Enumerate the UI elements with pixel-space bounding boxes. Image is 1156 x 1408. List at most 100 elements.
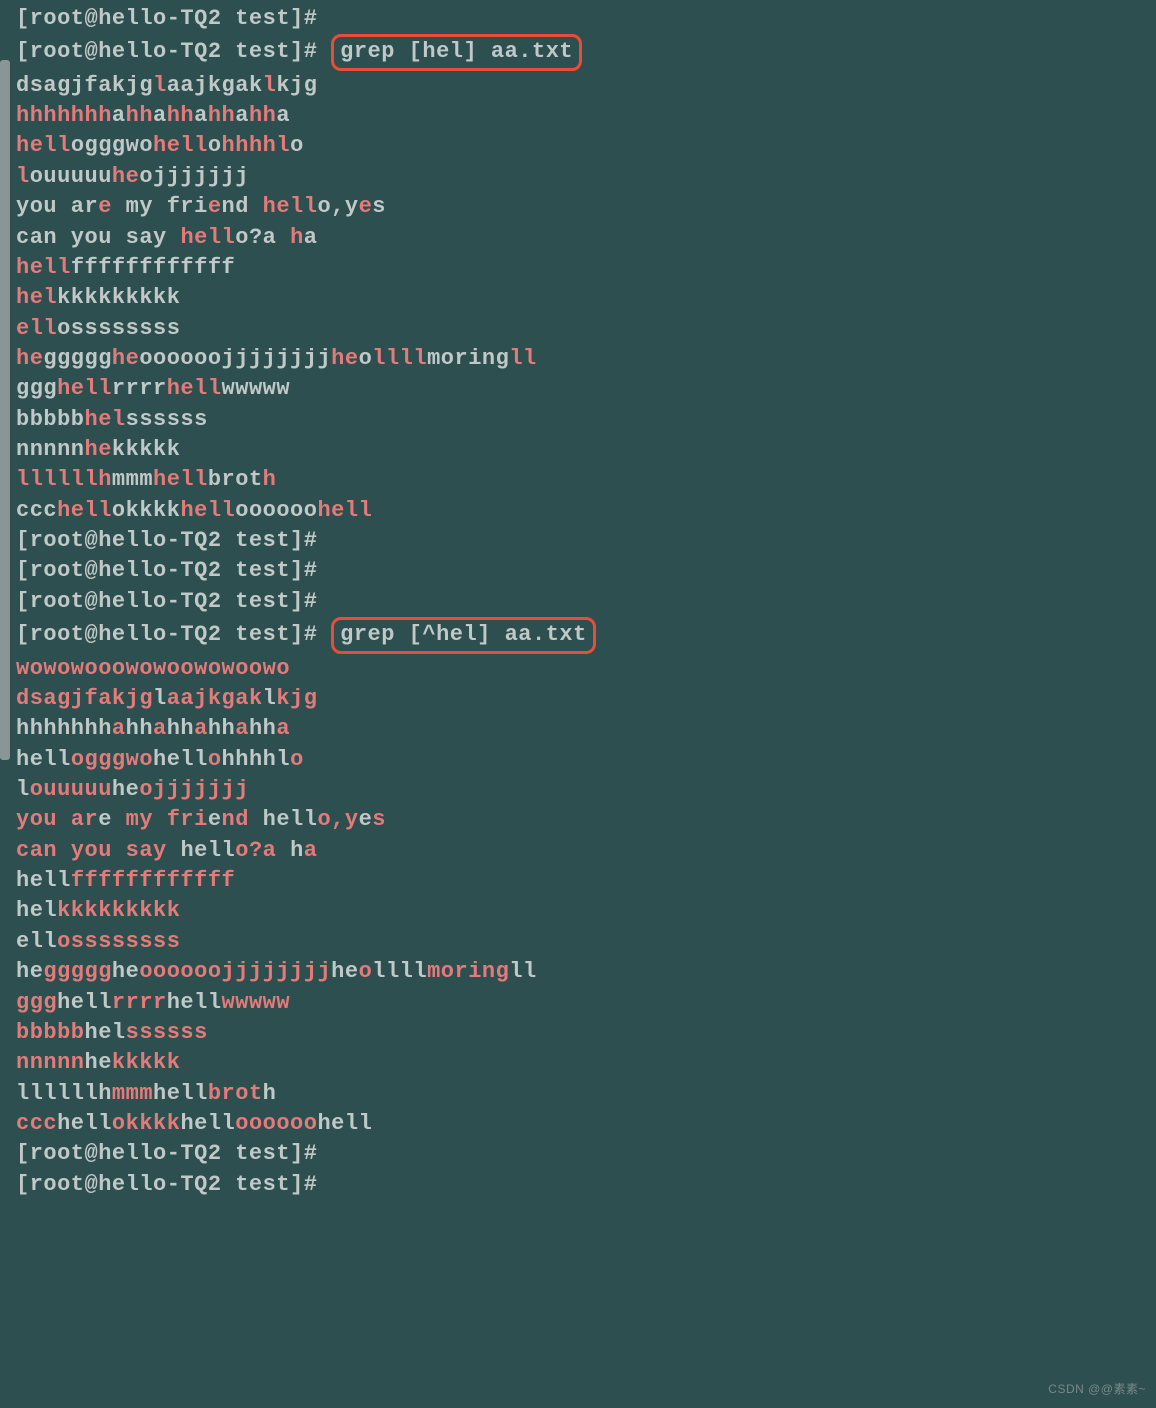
match-text: hh — [208, 103, 235, 128]
match-text: wwwww — [222, 990, 291, 1015]
plain-text: hell — [16, 868, 71, 893]
plain-text: a — [112, 103, 126, 128]
command-highlight-1: grep [hel] aa.txt — [331, 34, 582, 70]
plain-text: he — [112, 959, 139, 984]
plain-text: ssssss — [126, 407, 208, 432]
scrollbar[interactable] — [0, 60, 10, 760]
match-text: l — [153, 73, 167, 98]
match-text: can you say — [16, 838, 180, 863]
match-text: hhhhhhh — [16, 103, 112, 128]
plain-text: okkkk — [112, 498, 181, 523]
match-text: oooooo — [235, 1111, 317, 1136]
match-text: moring — [427, 959, 509, 984]
terminal-line: [root@hello-TQ2 test]# — [16, 1170, 1156, 1200]
grep-output-line: dsagjfakjglaajkgaklkjg — [16, 684, 1156, 714]
plain-text: hell — [317, 1111, 372, 1136]
match-text: ossssssss — [57, 929, 180, 954]
plain-text: a — [276, 103, 290, 128]
grep-output-line: ellossssssss — [16, 314, 1156, 344]
plain-text: a — [304, 225, 318, 250]
match-text: hell — [263, 194, 318, 219]
plain-text: rrrr — [112, 376, 167, 401]
grep-output-line: nnnnnhekkkkk — [16, 1048, 1156, 1078]
shell-prompt: [root@hello-TQ2 test]# — [16, 1141, 331, 1166]
terminal-line: [root@hello-TQ2 test]# — [16, 4, 1156, 34]
match-text: ccc — [16, 1111, 57, 1136]
plain-text: bbbbb — [16, 407, 85, 432]
match-text: s — [372, 807, 386, 832]
shell-prompt: [root@hello-TQ2 test]# — [16, 39, 331, 64]
match-text: ell — [16, 316, 57, 341]
match-text: nd — [222, 807, 263, 832]
terminal-line: [root@hello-TQ2 test]# grep [hel] aa.txt — [16, 34, 1156, 70]
match-text: hell — [153, 467, 208, 492]
plain-text: a — [194, 103, 208, 128]
plain-text: mmm — [112, 467, 153, 492]
match-text: llllllh — [16, 467, 112, 492]
grep-output-line: hellffffffffffff — [16, 253, 1156, 283]
plain-text: ogggwo — [71, 133, 153, 158]
match-text: a — [194, 716, 208, 741]
match-text: oooooojjjjjjjj — [139, 959, 331, 984]
plain-text: oooooo — [235, 498, 317, 523]
grep-output-line: you are my friend hello,yes — [16, 805, 1156, 835]
match-text: ssssss — [126, 1020, 208, 1045]
plain-text: e — [359, 807, 373, 832]
plain-text: hell — [263, 807, 318, 832]
grep-output-line: ccchellokkkkhelloooooohell — [16, 1109, 1156, 1139]
plain-text: can you say — [16, 225, 180, 250]
plain-text: o,y — [317, 194, 358, 219]
match-text: o — [290, 747, 304, 772]
match-text: hh — [167, 103, 194, 128]
match-text: o,y — [317, 807, 358, 832]
match-text: hell — [16, 255, 71, 280]
match-text: e — [208, 194, 222, 219]
grep-output-line: ggghellrrrrhellwwwww — [16, 988, 1156, 1018]
terminal-line: [root@hello-TQ2 test]# — [16, 526, 1156, 556]
plain-text: llll — [372, 959, 427, 984]
plain-text: hh — [167, 716, 194, 741]
match-text: o — [208, 747, 222, 772]
plain-text: h — [290, 838, 304, 863]
plain-text: o — [290, 133, 304, 158]
grep-output-line: ellossssssss — [16, 927, 1156, 957]
shell-prompt: [root@hello-TQ2 test]# — [16, 6, 331, 31]
match-text: he — [112, 164, 139, 189]
match-text: okkkk — [112, 1111, 181, 1136]
plain-text: ll — [509, 959, 536, 984]
match-text: a — [304, 838, 318, 863]
match-text: bbbbb — [16, 1020, 85, 1045]
plain-text: e — [98, 807, 112, 832]
shell-prompt: [root@hello-TQ2 test]# — [16, 528, 331, 553]
grep-output-line: hhhhhhhahhahhahhahha — [16, 714, 1156, 744]
match-text: a — [276, 716, 290, 741]
match-text: hell — [180, 498, 235, 523]
plain-text: ffffffffffff — [71, 255, 235, 280]
match-text: you ar — [16, 807, 98, 832]
command-highlight-2: grep [^hel] aa.txt — [331, 617, 596, 653]
grep-output-line: helkkkkkkkkk — [16, 283, 1156, 313]
plain-text: wwwww — [222, 376, 291, 401]
match-text: brot — [208, 1081, 263, 1106]
match-text: kjg — [276, 686, 317, 711]
match-text: hel — [16, 285, 57, 310]
terminal-line: [root@hello-TQ2 test]# — [16, 556, 1156, 586]
match-text: l — [263, 73, 277, 98]
match-text: hell — [317, 498, 372, 523]
plain-text: e — [208, 807, 222, 832]
plain-text: hell — [57, 990, 112, 1015]
match-text: hell — [57, 498, 112, 523]
match-text: mmm — [112, 1081, 153, 1106]
grep-output-line: ggghellrrrrhellwwwww — [16, 374, 1156, 404]
match-text: he — [331, 346, 358, 371]
plain-text: l — [153, 686, 167, 711]
grep-output-line: wowowooowowoowowoowo — [16, 654, 1156, 684]
plain-text: hh — [126, 716, 153, 741]
grep-output-line: hellogggwohellohhhhlo — [16, 745, 1156, 775]
plain-text: hel — [16, 898, 57, 923]
match-text: a — [112, 716, 126, 741]
match-text: he — [85, 437, 112, 462]
grep-output-line: ccchellokkkkhelloooooohell — [16, 496, 1156, 526]
match-text: hh — [126, 103, 153, 128]
plain-text: ggggg — [43, 346, 112, 371]
